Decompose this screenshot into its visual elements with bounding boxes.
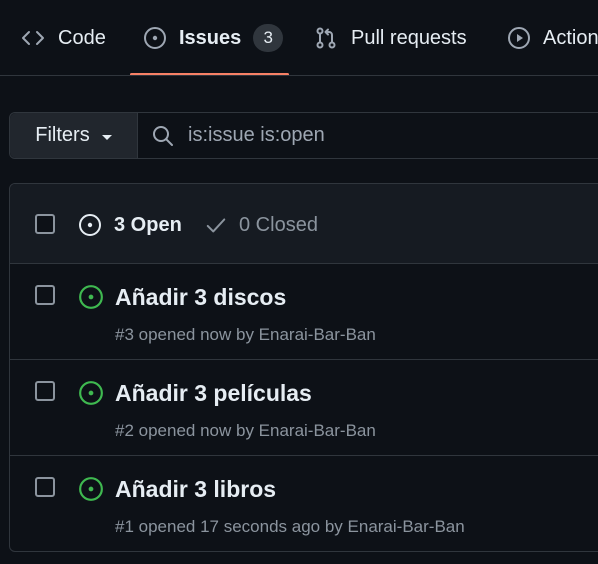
open-issues-label: 3 Open — [114, 213, 182, 236]
issue-meta: #3 opened now by Enarai-Bar-Ban — [115, 325, 376, 344]
tab-pull-requests-label: Pull requests — [351, 26, 467, 49]
issues-list-header: 3 Open 0 Closed — [10, 184, 598, 264]
issue-title-link[interactable]: Añadir 3 películas — [115, 380, 312, 407]
issue-checkbox[interactable] — [35, 285, 55, 305]
issues-list: 3 Open 0 Closed Añadir 3 discos #3 opene… — [9, 183, 598, 552]
issue-opened-icon — [78, 380, 104, 406]
issue-checkbox[interactable] — [35, 477, 55, 497]
closed-issues-toggle[interactable]: 0 Closed — [205, 211, 318, 239]
tab-pull-requests[interactable]: Pull requests — [313, 0, 467, 75]
play-icon — [506, 26, 532, 50]
issue-opened-icon — [78, 213, 102, 237]
issue-search — [138, 113, 598, 158]
issue-opened-icon — [78, 476, 104, 502]
closed-issues-label: 0 Closed — [239, 213, 318, 236]
issue-row[interactable]: Añadir 3 discos #3 opened now by Enarai-… — [10, 264, 598, 360]
issue-opened-icon — [78, 284, 104, 310]
search-icon — [151, 124, 175, 148]
issue-meta: #1 opened 17 seconds ago by Enarai-Bar-B… — [115, 517, 465, 536]
filter-bar: Filters — [9, 112, 598, 159]
issue-title-link[interactable]: Añadir 3 libros — [115, 476, 276, 503]
code-icon — [20, 26, 46, 50]
active-tab-underline — [130, 73, 289, 75]
tab-issues-label: Issues — [179, 26, 242, 49]
select-all-checkbox[interactable] — [35, 214, 55, 234]
tab-code[interactable]: Code — [20, 0, 106, 75]
issue-checkbox[interactable] — [35, 381, 55, 401]
tab-actions[interactable]: Actions — [506, 0, 598, 75]
search-input[interactable] — [188, 124, 588, 147]
filters-dropdown-button[interactable]: Filters — [10, 113, 138, 158]
issue-meta: #2 opened now by Enarai-Bar-Ban — [115, 421, 376, 440]
tab-code-label: Code — [58, 26, 106, 49]
issue-opened-icon — [142, 26, 168, 50]
open-issues-toggle[interactable]: 3 Open — [78, 211, 182, 239]
tab-actions-label: Actions — [543, 26, 598, 49]
issues-count-badge: 3 — [253, 24, 284, 52]
issue-title-link[interactable]: Añadir 3 discos — [115, 284, 286, 311]
tab-issues[interactable]: Issues 3 — [130, 0, 289, 75]
issue-row[interactable]: Añadir 3 libros #1 opened 17 seconds ago… — [10, 456, 598, 551]
caret-down-icon — [101, 134, 112, 140]
issue-row[interactable]: Añadir 3 películas #2 opened now by Enar… — [10, 360, 598, 456]
git-pull-request-icon — [313, 26, 339, 50]
repo-tab-nav: Code Issues 3 Pull requests Action — [0, 0, 598, 76]
filters-button-label: Filters — [35, 124, 90, 146]
check-icon — [205, 214, 227, 236]
